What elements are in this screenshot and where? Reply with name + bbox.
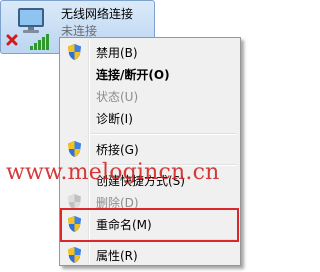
shield-icon xyxy=(68,44,81,60)
network-adapter-icon xyxy=(6,8,49,50)
watermark-text: www.melogincn.cn xyxy=(6,160,220,185)
menu-item-label: 状态(U) xyxy=(96,90,139,104)
connection-name: 无线网络连接 xyxy=(61,7,134,21)
menu-item-status: 状态(U) xyxy=(62,85,238,107)
menu-item-label: 属性(R) xyxy=(96,249,138,263)
menu-item-diagnose[interactable]: 诊断(I) xyxy=(62,107,238,129)
menu-item-label: 桥接(G) xyxy=(96,143,139,157)
menu-item-label: 禁用(B) xyxy=(96,46,138,60)
menu-item-label: 诊断(I) xyxy=(96,112,133,126)
menu-item-bridge[interactable]: 桥接(G) xyxy=(62,138,238,160)
menu-item-connect-disconnect[interactable]: 连接/断开(O) xyxy=(62,63,238,85)
menu-separator xyxy=(90,133,236,135)
menu-item-label: 连接/断开(O) xyxy=(96,68,170,82)
menu-item-disable[interactable]: 禁用(B) xyxy=(62,41,238,63)
shield-icon xyxy=(68,247,81,263)
menu-item-properties[interactable]: 属性(R) xyxy=(62,244,238,266)
properties-highlight-box xyxy=(60,208,239,242)
shield-icon xyxy=(68,141,81,157)
